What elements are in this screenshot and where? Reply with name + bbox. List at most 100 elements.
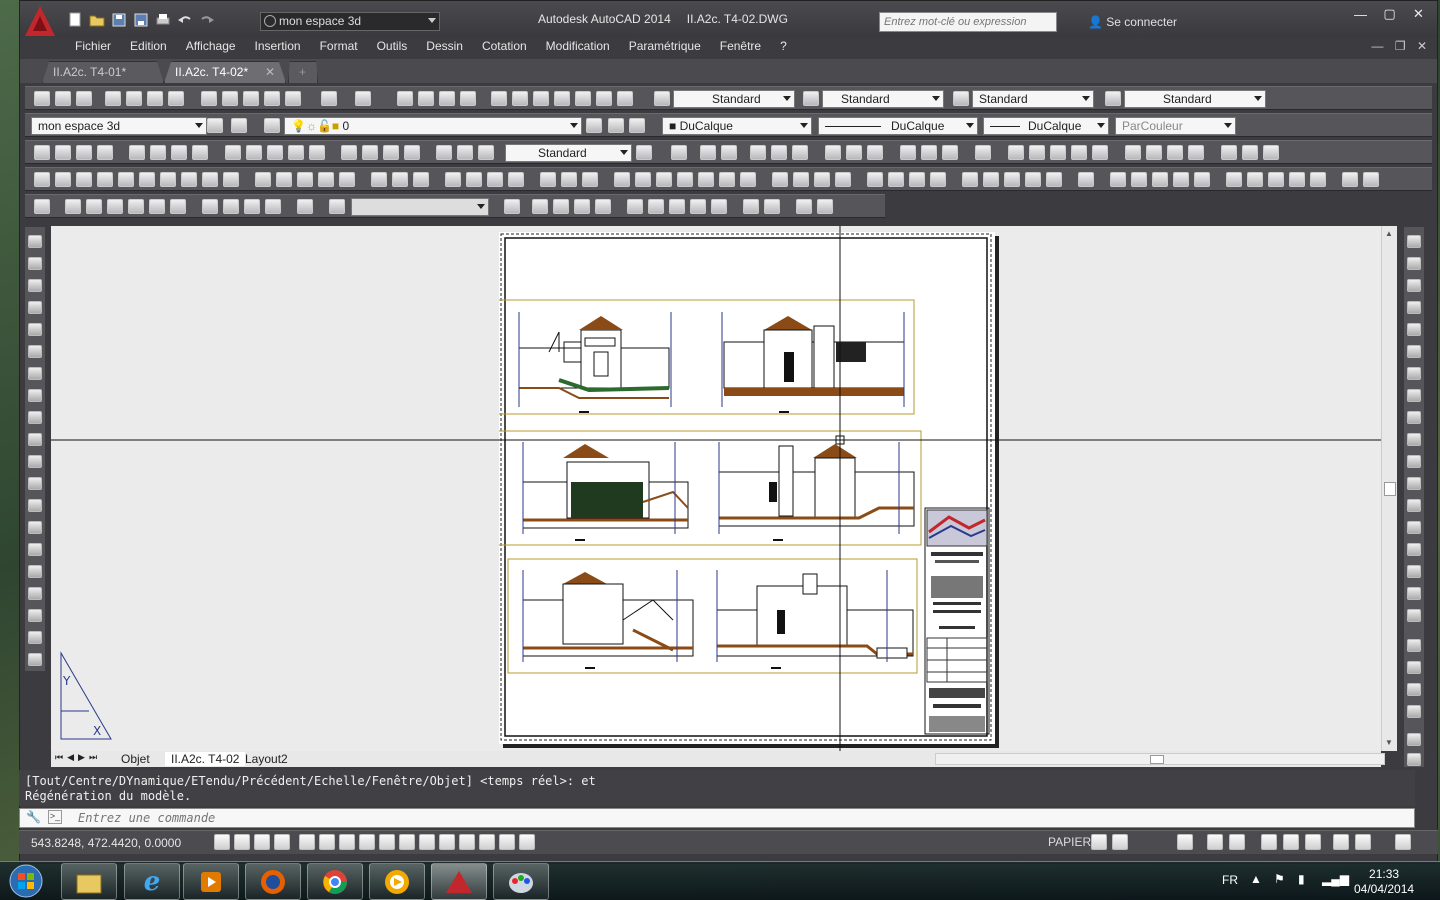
union-solid-icon[interactable]: [540, 172, 556, 187]
ucs-zaxis-icon[interactable]: [846, 145, 862, 160]
loft-icon[interactable]: [339, 172, 355, 187]
scale-text-icon[interactable]: [690, 199, 706, 214]
ucs-face-icon[interactable]: [750, 145, 766, 160]
tolerance-icon[interactable]: [341, 145, 357, 160]
visual-style-manager-icon[interactable]: [1078, 172, 1094, 187]
open-file-icon[interactable]: [88, 11, 106, 28]
dim-break-icon[interactable]: [309, 145, 325, 160]
flatshot-icon[interactable]: [1310, 172, 1326, 187]
ucs-world-icon[interactable]: [700, 145, 716, 160]
fillet-icon[interactable]: [1407, 565, 1421, 578]
make-current-icon[interactable]: [586, 118, 602, 133]
blend-curves-icon[interactable]: [1407, 587, 1421, 600]
match-properties-icon[interactable]: [264, 91, 280, 106]
ucs-z-icon[interactable]: [942, 145, 958, 160]
free-orbit-icon[interactable]: [1242, 145, 1258, 160]
color-face-icon[interactable]: [772, 172, 788, 187]
inspection-icon[interactable]: [383, 145, 399, 160]
left-view-icon[interactable]: [107, 199, 123, 214]
revision-cloud-icon[interactable]: [28, 389, 42, 402]
sheet-set-icon[interactable]: [554, 91, 570, 106]
windows-start-icon[interactable]: [4, 863, 48, 900]
spline-icon[interactable]: [28, 411, 42, 424]
text-align-icon[interactable]: [817, 199, 833, 214]
offset-icon[interactable]: [1407, 301, 1421, 314]
3d-align-icon[interactable]: [487, 172, 503, 187]
wedge-icon[interactable]: [76, 172, 92, 187]
maximize-viewport-icon[interactable]: [1177, 834, 1193, 850]
bring-above-icon[interactable]: [1407, 683, 1421, 696]
offset-face-icon[interactable]: [656, 172, 672, 187]
mleader-style-dropdown[interactable]: Standard: [1124, 90, 1266, 108]
sweep-icon[interactable]: [297, 172, 313, 187]
wrench-icon[interactable]: 🔧: [26, 810, 41, 824]
draw-order-front-icon[interactable]: [1407, 639, 1421, 652]
continue-dim-icon[interactable]: [267, 145, 283, 160]
zoom-window-icon[interactable]: [439, 91, 455, 106]
fly-icon[interactable]: [1247, 172, 1263, 187]
shell-icon[interactable]: [867, 172, 883, 187]
spell-check-icon[interactable]: [627, 199, 643, 214]
ellipse-arc-icon[interactable]: [28, 455, 42, 468]
plotstyle-dropdown[interactable]: ParCouleur: [1115, 117, 1236, 135]
apply-ucs-icon[interactable]: [975, 145, 991, 160]
bottom-view-icon[interactable]: [86, 199, 102, 214]
workspace-select[interactable]: mon espace 3d: [31, 117, 207, 135]
media-player-icon[interactable]: [183, 863, 239, 900]
dimstyle-dropdown[interactable]: Standard: [505, 144, 632, 162]
torus-icon[interactable]: [160, 172, 176, 187]
break-at-point-icon[interactable]: [1407, 477, 1421, 490]
navbar-icon[interactable]: [1363, 172, 1379, 187]
minimize-button[interactable]: —: [1346, 4, 1375, 24]
annotation-scale-icon[interactable]: [1207, 834, 1223, 850]
conceptual-icon[interactable]: [1025, 172, 1041, 187]
redo-icon[interactable]: [355, 91, 371, 106]
design-center-icon[interactable]: [512, 91, 528, 106]
save-icon[interactable]: [76, 91, 92, 106]
ucs-x-icon[interactable]: [900, 145, 916, 160]
mirror-icon[interactable]: [1407, 279, 1421, 292]
break-icon[interactable]: [1407, 499, 1421, 512]
ucs-y-icon[interactable]: [921, 145, 937, 160]
2d-wireframe-icon[interactable]: [962, 172, 978, 187]
section-plane-icon[interactable]: [1289, 172, 1305, 187]
tab-layout-t4-02[interactable]: II.A2c. T4-02: [165, 752, 246, 766]
cone-icon[interactable]: [97, 172, 113, 187]
ortho-toggle[interactable]: [274, 834, 290, 850]
publish-icon[interactable]: [147, 91, 163, 106]
ellipse-icon[interactable]: [28, 433, 42, 446]
justify-text-icon[interactable]: [711, 199, 727, 214]
brush-icon[interactable]: [595, 199, 611, 214]
viewports-icon[interactable]: [504, 199, 520, 214]
lightbulb-icon[interactable]: [1355, 834, 1371, 850]
viewcube-icon[interactable]: [1342, 172, 1358, 187]
toolbar-lock-icon[interactable]: [1283, 834, 1299, 850]
isolate-objects-icon[interactable]: [1333, 834, 1349, 850]
layer-lock-icon[interactable]: [1146, 145, 1162, 160]
trim-object-icon[interactable]: [1407, 433, 1421, 446]
redo-icon[interactable]: [198, 11, 216, 28]
union-icon[interactable]: [371, 172, 387, 187]
media-app-icon[interactable]: [369, 863, 425, 900]
save-as-icon[interactable]: [132, 11, 150, 28]
annotation-monitor-toggle[interactable]: [499, 834, 515, 850]
erase-icon[interactable]: [1407, 235, 1421, 248]
menu-parametrique[interactable]: Paramétrique: [629, 37, 701, 57]
table-style-icon[interactable]: [953, 91, 969, 106]
zoom-realtime-icon[interactable]: [418, 91, 434, 106]
orbit-icon[interactable]: [1221, 145, 1237, 160]
aligned-dim-icon[interactable]: [55, 145, 71, 160]
text-style-icon[interactable]: [654, 91, 670, 106]
materials-icon[interactable]: [1131, 172, 1147, 187]
construction-line-icon[interactable]: [28, 257, 42, 270]
block-editor-icon[interactable]: [285, 91, 301, 106]
layer-previous-icon[interactable]: [608, 118, 624, 133]
delete-face-icon[interactable]: [677, 172, 693, 187]
dim-style-icon[interactable]: [803, 91, 819, 106]
center-mark-icon[interactable]: [362, 145, 378, 160]
3d-array-icon[interactable]: [508, 172, 524, 187]
ne-iso-icon[interactable]: [244, 199, 260, 214]
scroll-thumb[interactable]: [1384, 482, 1396, 496]
ucs-origin-icon[interactable]: [825, 145, 841, 160]
workspace-dropdown[interactable]: mon espace 3d: [260, 12, 440, 31]
